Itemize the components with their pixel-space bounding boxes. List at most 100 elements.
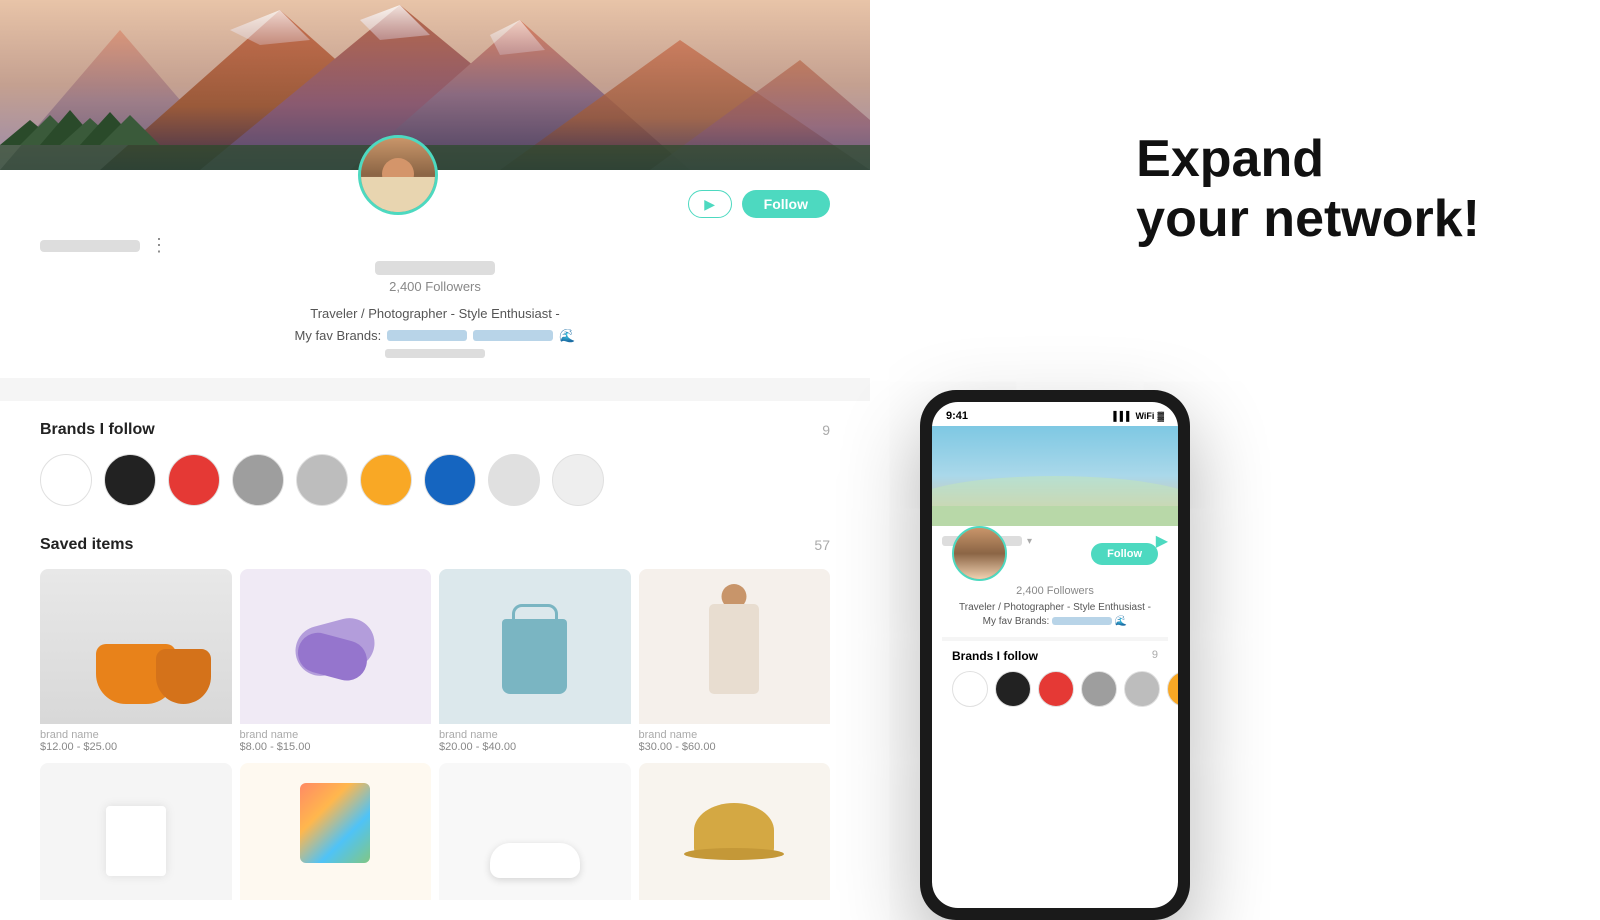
phone-time: 9:41 <box>946 410 968 422</box>
profile-avatar-wrap <box>358 135 438 215</box>
item-brand-socks: brand name <box>40 729 232 741</box>
brands-section: Brands I follow 9 <box>0 401 870 521</box>
item-price-socks: $12.00 - $25.00 <box>40 741 232 753</box>
phone-brand-3[interactable] <box>1038 671 1074 707</box>
username-blurred <box>40 240 140 252</box>
phone-avatar <box>952 526 1007 581</box>
item-meta-woman: brand name $30.00 - $60.00 <box>639 724 831 755</box>
brand-circle-1[interactable] <box>40 454 92 506</box>
phone-avatar-wrap: Follow <box>942 526 1168 581</box>
brands-list <box>40 454 830 506</box>
profile-header: ⋮ ▶ Follow <box>0 170 870 256</box>
item-image-hoodie <box>240 763 432 900</box>
phone-cover-svg <box>932 426 1178 526</box>
phone-brands-count: 9 <box>1152 649 1158 663</box>
item-card-totebag[interactable]: brand name $20.00 - $40.00 <box>439 569 631 755</box>
brand-circle-4[interactable] <box>232 454 284 506</box>
phone-screen: 9:41 ▌▌▌ WiFi ▓ <box>932 402 1178 908</box>
wifi-icon: WiFi <box>1136 411 1155 421</box>
item-meta-hairclip: brand name $8.00 - $15.00 <box>240 724 432 755</box>
phone-status-bar: 9:41 ▌▌▌ WiFi ▓ <box>932 402 1178 426</box>
header-actions: ▶ Follow <box>688 180 830 218</box>
brand-circle-8[interactable] <box>488 454 540 506</box>
item-brand-totebag: brand name <box>439 729 631 741</box>
brand-circle-6[interactable] <box>360 454 412 506</box>
phone-brands-title: Brands I follow <box>952 649 1038 663</box>
wave-emoji: 🌊 <box>559 326 575 346</box>
phone-brands-section: Brands I follow 9 <box>942 649 1168 707</box>
item-card-hat[interactable] <box>639 763 831 900</box>
profile-bio: Traveler / Photographer - Style Enthusia… <box>40 304 830 358</box>
item-image-hairclip <box>240 569 432 724</box>
brand-link-1[interactable] <box>387 330 467 341</box>
profile-section: ⋮ ▶ Follow 2,400 Followers Traveler / Ph… <box>0 170 870 378</box>
saved-count: 57 <box>814 537 830 553</box>
phone-bio: Traveler / Photographer - Style Enthusia… <box>942 601 1168 629</box>
bio-brands: My fav Brands: 🌊 <box>40 326 830 346</box>
phone-follow-button[interactable]: Follow <box>1091 543 1158 565</box>
phone-divider <box>942 637 1168 641</box>
item-card-hairclip[interactable]: brand name $8.00 - $15.00 <box>240 569 432 755</box>
brand-link-2[interactable] <box>473 330 553 341</box>
phone-cover-image <box>932 426 1178 526</box>
brand-circle-2[interactable] <box>104 454 156 506</box>
avatar-image <box>361 138 435 212</box>
phone-wave: 🌊 <box>1115 616 1127 627</box>
item-image-tshirt <box>40 763 232 900</box>
brand-circle-9[interactable] <box>552 454 604 506</box>
divider-1 <box>0 393 870 401</box>
phone-brands-header: Brands I follow 9 <box>952 649 1158 663</box>
phone-bio-brands-label: My fav Brands: <box>983 616 1050 627</box>
phone-bio-line1: Traveler / Photographer - Style Enthusia… <box>959 602 1151 613</box>
phone-brand-5[interactable] <box>1124 671 1160 707</box>
brand-circle-3[interactable] <box>168 454 220 506</box>
item-card-hoodie[interactable] <box>240 763 432 900</box>
item-card-socks[interactable]: brand name $12.00 - $25.00 <box>40 569 232 755</box>
location-icon: ▶ <box>704 196 715 213</box>
promo-heading: Expand your network! <box>1136 130 1480 250</box>
more-options-button[interactable]: ⋮ <box>150 235 168 256</box>
item-image-sneakers <box>439 763 631 900</box>
followers-count: 2,400 Followers <box>40 279 830 294</box>
profile-name-blurred <box>375 261 495 275</box>
phone-username-chevron: ▾ <box>1027 536 1032 547</box>
bio-line1: Traveler / Photographer - Style Enthusia… <box>310 306 560 321</box>
profile-info: 2,400 Followers Traveler / Photographer … <box>0 261 870 358</box>
phone-mockup: 9:41 ▌▌▌ WiFi ▓ <box>920 390 1190 920</box>
left-panel: ⋮ ▶ Follow 2,400 Followers Traveler / Ph… <box>0 0 870 900</box>
phone-brand-2[interactable] <box>995 671 1031 707</box>
follow-button[interactable]: Follow <box>742 190 830 218</box>
item-meta-totebag: brand name $20.00 - $40.00 <box>439 724 631 755</box>
bio-extra-blurred <box>385 349 485 358</box>
item-price-hairclip: $8.00 - $15.00 <box>240 741 432 753</box>
phone-brands-list <box>952 671 1158 707</box>
phone-frame: 9:41 ▌▌▌ WiFi ▓ <box>920 390 1190 920</box>
item-brand-hairclip: brand name <box>240 729 432 741</box>
promo-text: Expand your network! <box>1136 130 1480 250</box>
phone-brand-4[interactable] <box>1081 671 1117 707</box>
phone-location-icon[interactable]: ▶ <box>1156 531 1168 551</box>
profile-avatar <box>358 135 438 215</box>
battery-icon: ▓ <box>1157 411 1164 421</box>
item-image-woman <box>639 569 831 724</box>
brands-count: 9 <box>822 422 830 438</box>
item-card-sneakers[interactable] <box>439 763 631 900</box>
saved-section: Saved items 57 brand name $12.00 - $25.0… <box>0 521 870 900</box>
signal-icon: ▌▌▌ <box>1113 411 1132 421</box>
item-image-totebag <box>439 569 631 724</box>
phone-avatar-image <box>954 528 1005 579</box>
promo-line1: Expand <box>1136 130 1324 188</box>
item-price-totebag: $20.00 - $40.00 <box>439 741 631 753</box>
saved-section-header: Saved items 57 <box>40 536 830 554</box>
phone-brand-6[interactable] <box>1167 671 1178 707</box>
items-grid: brand name $12.00 - $25.00 brand name $8… <box>40 569 830 900</box>
brand-circle-5[interactable] <box>296 454 348 506</box>
brand-circle-7[interactable] <box>424 454 476 506</box>
item-image-socks <box>40 569 232 724</box>
promo-line2: your network! <box>1136 190 1480 248</box>
item-card-woman[interactable]: brand name $30.00 - $60.00 <box>639 569 831 755</box>
item-meta-socks: brand name $12.00 - $25.00 <box>40 724 232 755</box>
phone-brand-1[interactable] <box>952 671 988 707</box>
location-button[interactable]: ▶ <box>688 190 732 218</box>
item-card-tshirt[interactable] <box>40 763 232 900</box>
